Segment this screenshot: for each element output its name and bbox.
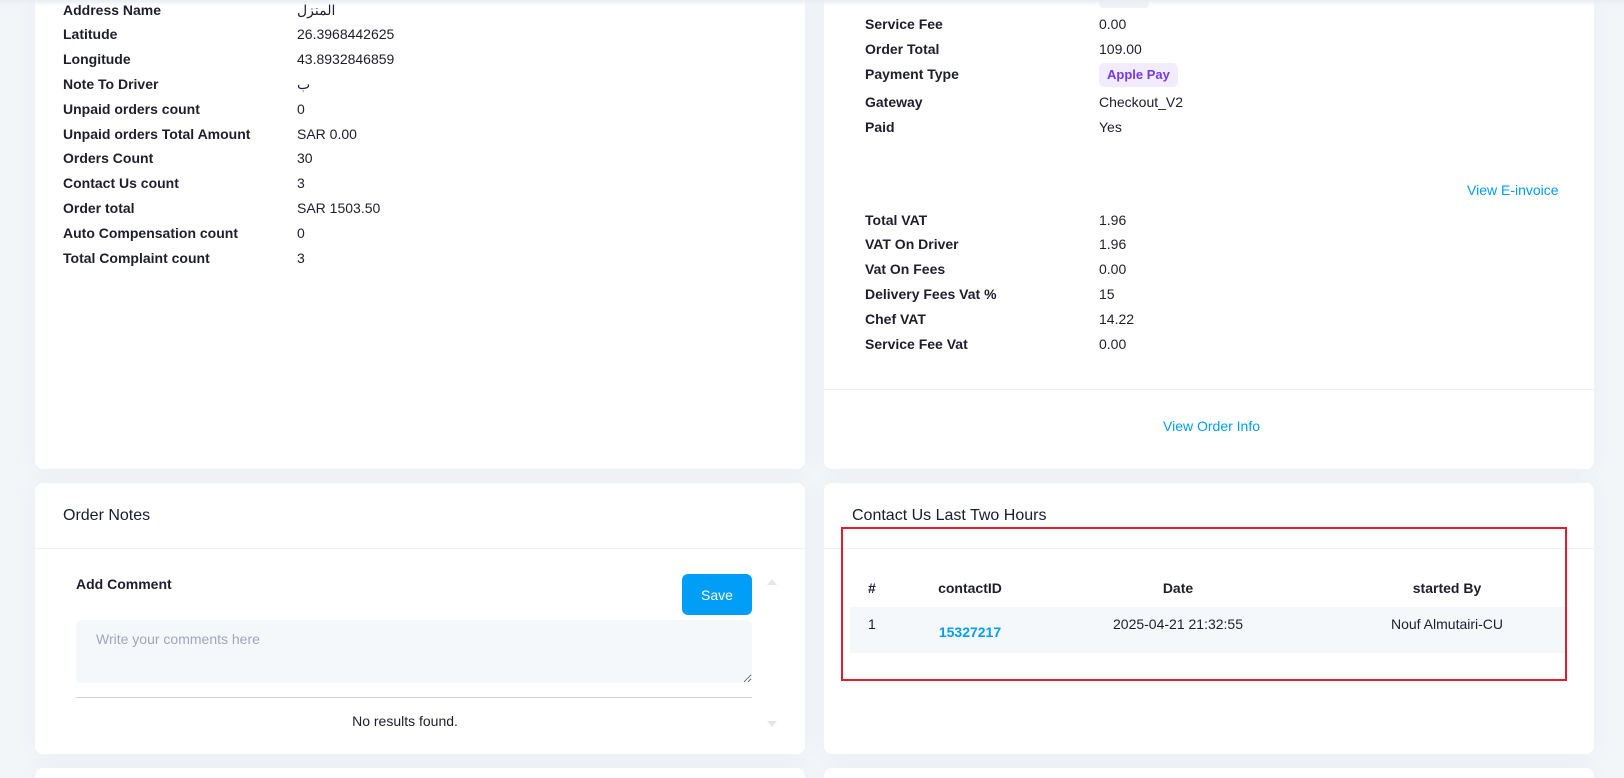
- vat-label: Service Fee Vat: [865, 336, 968, 352]
- contact-id-cell: 15327217: [912, 607, 1028, 653]
- row-number: 1: [868, 616, 876, 632]
- payment-label: Service Fee: [865, 16, 943, 32]
- table-row: 1 15327217 2025-04-21 21:32:55 Nouf Almu…: [850, 607, 1566, 653]
- no-results-text: No results found.: [352, 713, 458, 729]
- info-value: ب: [297, 76, 311, 92]
- info-label: Total Complaint count: [63, 250, 210, 266]
- info-label: Unpaid orders Total Amount: [63, 126, 251, 142]
- column-header-date: Date: [1162, 580, 1194, 596]
- scroll-up-arrow-icon[interactable]: [767, 579, 777, 585]
- info-label: Latitude: [63, 26, 118, 42]
- info-label: Note To Driver: [63, 76, 159, 92]
- order-notes-card: Order Notes Add Comment Save No results …: [35, 483, 805, 754]
- column-header-started-by: started By: [1412, 580, 1482, 596]
- vat-label: Delivery Fees Vat %: [865, 286, 997, 302]
- view-order-info-link[interactable]: View Order Info: [1163, 418, 1260, 434]
- vat-value: 1.96: [1099, 236, 1127, 252]
- next-card-left: [35, 768, 805, 778]
- vat-label: Vat On Fees: [865, 261, 946, 277]
- info-label: Orders Count: [63, 150, 154, 166]
- payment-value: 0.00: [1099, 16, 1127, 32]
- info-value: SAR 0.00: [297, 126, 357, 142]
- card-divider: [35, 548, 805, 549]
- apple-pay-badge: Apple Pay: [1099, 63, 1178, 87]
- info-label: Contact Us count: [63, 175, 179, 191]
- card-divider: [824, 389, 1594, 390]
- vat-value: 0.00: [1099, 336, 1127, 352]
- payment-info-card: Service Fee 0.00 Order Total 109.00 Paym…: [824, 0, 1594, 469]
- add-comment-label: Add Comment: [76, 576, 172, 592]
- vat-value: 15: [1099, 286, 1115, 302]
- payment-label: Order Total: [865, 41, 940, 57]
- comment-textarea[interactable]: [76, 620, 752, 683]
- vat-label: Total VAT: [865, 212, 928, 228]
- info-value: 3: [297, 175, 305, 191]
- payment-label: Paid: [865, 119, 895, 135]
- started-by-cell: Nouf Almutairi-CU: [1390, 616, 1504, 632]
- save-button[interactable]: Save: [682, 574, 752, 615]
- vat-value: 0.00: [1099, 261, 1127, 277]
- card-divider: [824, 548, 1594, 549]
- next-card-right: [824, 768, 1594, 778]
- info-value: SAR 1503.50: [297, 200, 381, 216]
- payment-value: 109.00: [1099, 41, 1142, 57]
- payment-label: Payment Type: [865, 66, 959, 82]
- vat-value: 1.96: [1099, 212, 1127, 228]
- info-value: 3: [297, 250, 305, 266]
- info-value: 0: [297, 101, 305, 117]
- top-scroll-fade: [0, 0, 1624, 6]
- info-label: Order total: [63, 200, 135, 216]
- notes-separator: [76, 697, 752, 698]
- order-notes-title: Order Notes: [63, 507, 151, 524]
- info-label: Unpaid orders count: [63, 101, 200, 117]
- contact-id-link[interactable]: 15327217: [939, 624, 1001, 640]
- payment-label: Gateway: [865, 94, 923, 110]
- info-label: Auto Compensation count: [63, 225, 238, 241]
- contact-us-title: Contact Us Last Two Hours: [852, 507, 1047, 524]
- column-header-number: #: [868, 580, 876, 596]
- vat-value: 14.22: [1099, 311, 1135, 327]
- info-value: 43.8932846859: [297, 51, 395, 67]
- column-header-contact-id: contactID: [938, 580, 1002, 596]
- payment-value: Yes: [1099, 119, 1122, 135]
- contact-us-card: Contact Us Last Two Hours # contactID Da…: [824, 483, 1594, 754]
- view-einvoice-link[interactable]: View E-invoice: [1467, 182, 1559, 198]
- customer-info-card: Address Name المنزل Latitude 26.39684426…: [35, 0, 805, 469]
- info-value: 26.3968442625: [297, 26, 395, 42]
- payment-value: Checkout_V2: [1099, 94, 1184, 110]
- info-label: Longitude: [63, 51, 131, 67]
- scroll-down-arrow-icon[interactable]: [767, 721, 777, 727]
- info-value: 30: [297, 150, 313, 166]
- date-cell: 2025-04-21 21:32:55: [1113, 616, 1243, 632]
- info-value: 0: [297, 225, 305, 241]
- vat-label: Chef VAT: [865, 311, 926, 327]
- vat-label: VAT On Driver: [865, 236, 959, 252]
- contact-us-table: # contactID Date started By 1 15327217 2…: [850, 569, 1566, 653]
